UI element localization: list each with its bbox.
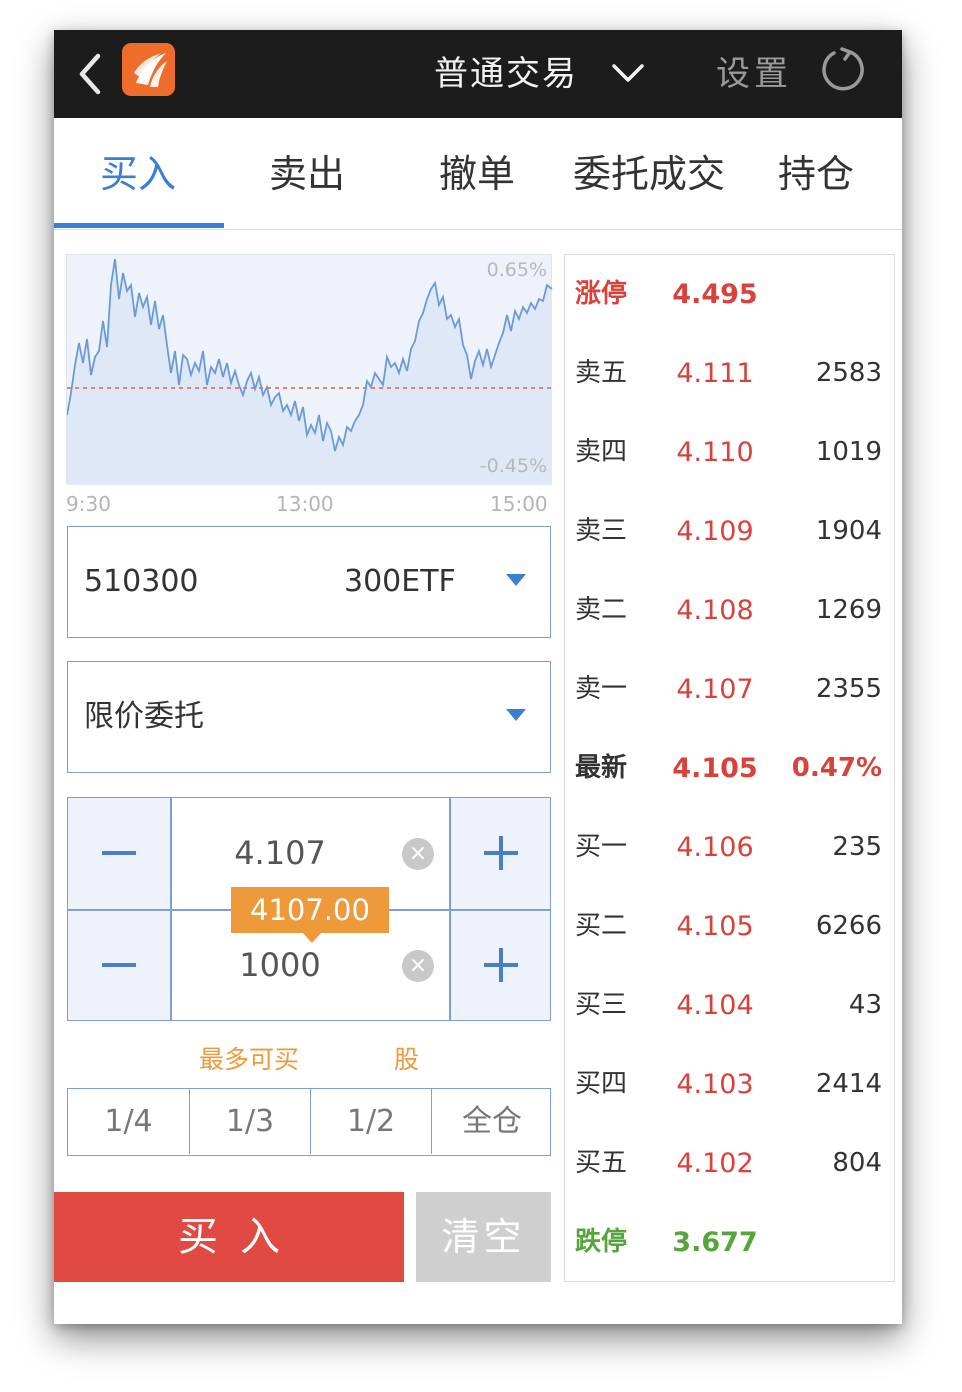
time-label-open: 9:30: [66, 492, 111, 516]
settings-button[interactable]: 设置: [716, 46, 792, 102]
order-book: 涨停 4.495 卖五 4.111 2583 卖四 4.110 1019 卖三 …: [564, 254, 895, 1282]
dropdown-caret-icon: [506, 709, 526, 721]
fraction-third-button[interactable]: 1/3: [189, 1089, 310, 1154]
bid-volume: 6266: [815, 911, 882, 941]
bid-volume: 804: [832, 1148, 882, 1178]
fraction-full-button[interactable]: 全仓: [431, 1089, 552, 1154]
bid-label: 买二: [575, 911, 628, 941]
ask-price: 4.110: [676, 437, 754, 468]
bid-row[interactable]: 买一 4.106 235: [565, 808, 894, 887]
bid-volume: 235: [832, 832, 882, 862]
ask-row[interactable]: 卖一 4.107 2355: [565, 650, 894, 729]
security-code: 510300: [84, 564, 199, 599]
dropdown-caret-icon: [506, 574, 526, 586]
app-logo-icon: [122, 43, 175, 96]
tab-bar: 买入 卖出 撤单 委托成交 持仓: [54, 118, 902, 230]
bid-row[interactable]: 买四 4.103 2414: [565, 1045, 894, 1124]
chart-min-pct: -0.45%: [479, 455, 547, 477]
back-arrow-icon[interactable]: [76, 50, 106, 98]
position-fractions: 1/4 1/3 1/2 全仓: [67, 1088, 551, 1156]
ask-volume: 1904: [815, 516, 882, 546]
limit-up-label: 涨停: [575, 279, 628, 309]
clear-button[interactable]: 清空: [416, 1192, 551, 1282]
bid-label: 买四: [575, 1069, 628, 1099]
limit-up-row: 涨停 4.495: [565, 255, 894, 334]
order-type-label: 限价委托: [84, 699, 204, 734]
active-tab-indicator: [54, 223, 224, 228]
bid-row[interactable]: 买三 4.104 43: [565, 966, 894, 1045]
latest-price: 4.105: [672, 753, 758, 784]
tab-cancel[interactable]: 撤单: [392, 118, 562, 230]
trade-screen: 普通交易 设置 买入 卖出 撤单 委托成交 持仓 0.65% -0.45% 9:…: [54, 30, 902, 1324]
ask-row[interactable]: 卖二 4.108 1269: [565, 571, 894, 650]
qty-decrease-button[interactable]: [68, 910, 170, 1020]
price-line-chart: [67, 258, 553, 485]
bid-price: 4.106: [676, 832, 754, 863]
top-bar: 普通交易 设置: [54, 30, 902, 118]
page-title[interactable]: 普通交易: [434, 46, 578, 102]
ask-row[interactable]: 卖五 4.111 2583: [565, 334, 894, 413]
limit-up-price: 4.495: [672, 279, 758, 310]
ask-label: 卖二: [575, 595, 628, 625]
qty-increase-button[interactable]: [450, 910, 552, 1020]
amount-tooltip: 4107.00: [231, 887, 389, 943]
max-buy-label: 最多可买: [199, 1045, 300, 1074]
limit-down-price: 3.677: [672, 1227, 758, 1258]
security-name: 300ETF: [344, 564, 456, 599]
fraction-quarter-button[interactable]: 1/4: [68, 1089, 189, 1154]
bid-label: 买三: [575, 990, 628, 1020]
ask-row[interactable]: 卖三 4.109 1904: [565, 492, 894, 571]
latest-row[interactable]: 最新 4.105 0.47%: [565, 729, 894, 808]
ask-price: 4.107: [676, 674, 754, 705]
bid-row[interactable]: 买五 4.102 804: [565, 1124, 894, 1203]
ask-price: 4.108: [676, 595, 754, 626]
chart-max-pct: 0.65%: [486, 259, 547, 281]
ask-volume: 2355: [815, 674, 882, 704]
ask-label: 卖三: [575, 516, 628, 546]
intraday-chart: 0.65% -0.45%: [66, 254, 553, 485]
ask-label: 卖一: [575, 674, 628, 704]
limit-down-label: 跌停: [575, 1227, 628, 1257]
ask-label: 卖四: [575, 437, 628, 467]
stepper-divider: [170, 798, 172, 1020]
minus-icon: [102, 851, 136, 855]
latest-label: 最新: [575, 753, 628, 783]
buy-button[interactable]: 买入: [54, 1192, 404, 1282]
ask-row[interactable]: 卖四 4.110 1019: [565, 413, 894, 492]
bid-label: 买五: [575, 1148, 628, 1178]
ask-volume: 1019: [815, 437, 882, 467]
bid-volume: 2414: [815, 1069, 882, 1099]
ask-volume: 1269: [815, 595, 882, 625]
bid-price: 4.104: [676, 990, 754, 1021]
tab-orders[interactable]: 委托成交: [554, 118, 744, 230]
price-decrease-button[interactable]: [68, 798, 170, 908]
refresh-icon[interactable]: [820, 47, 866, 93]
security-selector[interactable]: 510300 300ETF: [67, 526, 551, 638]
ask-volume: 2583: [815, 358, 882, 388]
price-increase-button[interactable]: [450, 798, 552, 908]
bid-row[interactable]: 买二 4.105 6266: [565, 887, 894, 966]
latest-change: 0.47%: [791, 753, 882, 783]
tab-buy[interactable]: 买入: [54, 118, 222, 230]
limit-down-row: 跌停 3.677: [565, 1203, 894, 1282]
bid-price: 4.103: [676, 1069, 754, 1100]
time-label-close: 15:00: [490, 492, 548, 516]
max-buy-unit: 股: [394, 1045, 420, 1074]
clear-qty-icon[interactable]: ×: [402, 950, 434, 982]
minus-icon: [102, 963, 136, 967]
bid-label: 买一: [575, 832, 628, 862]
clear-price-icon[interactable]: ×: [402, 838, 434, 870]
bid-volume: 43: [848, 990, 882, 1020]
ask-label: 卖五: [575, 358, 628, 388]
ask-price: 4.109: [676, 516, 754, 547]
tab-positions[interactable]: 持仓: [740, 118, 892, 230]
fraction-half-button[interactable]: 1/2: [310, 1089, 431, 1154]
ask-price: 4.111: [676, 358, 754, 389]
chevron-down-icon[interactable]: [610, 58, 646, 88]
bid-price: 4.105: [676, 911, 754, 942]
order-type-selector[interactable]: 限价委托: [67, 661, 551, 773]
time-label-mid: 13:00: [276, 492, 334, 516]
tab-sell[interactable]: 卖出: [222, 118, 392, 230]
bid-price: 4.102: [676, 1148, 754, 1179]
